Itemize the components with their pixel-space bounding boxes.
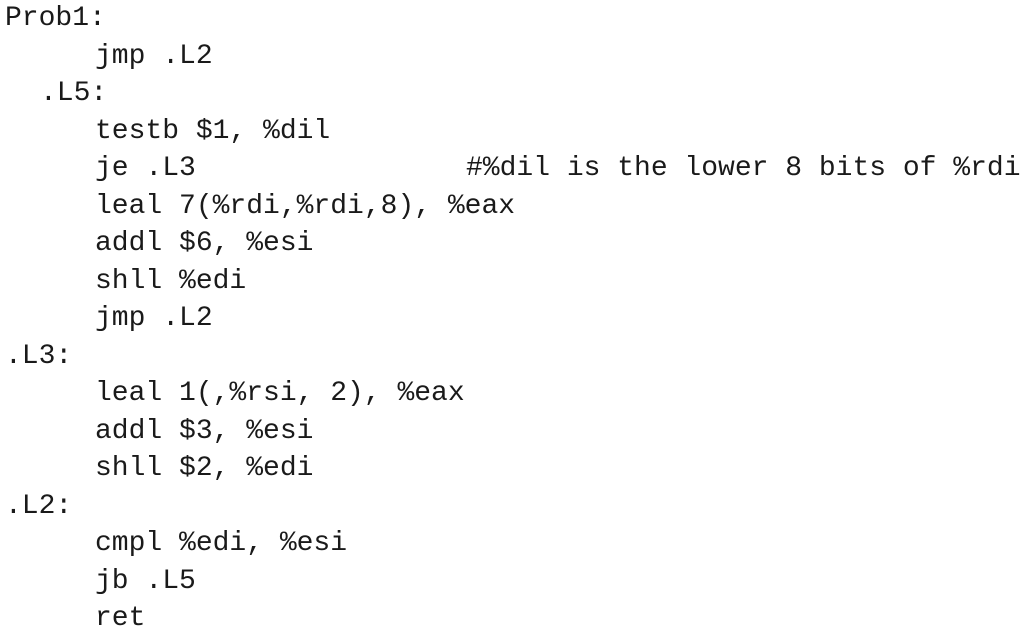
- code-line: jb .L5: [95, 566, 196, 597]
- label-l3: .L3:: [5, 341, 73, 372]
- code-line: addl $3, %esi: [95, 416, 314, 447]
- code-line: addl $6, %esi: [95, 228, 314, 259]
- code-comment: #%dil is the lower 8 bits of %rdi: [466, 153, 1021, 184]
- assembly-listing: Prob1: jmp .L2 .L5: testb $1, %dil #%dil…: [0, 0, 1024, 636]
- code-line: shll %edi: [95, 266, 247, 297]
- code-line: cmpl %edi, %esi: [95, 528, 348, 559]
- code-line: ret: [95, 603, 146, 634]
- comment-line: #%dil is the lower 8 bits of %rdi: [0, 113, 1024, 184]
- label-l5: .L5:: [40, 78, 108, 109]
- code-line: je .L3: [95, 153, 196, 184]
- label-prob1: Prob1:: [5, 3, 106, 34]
- code-line: shll $2, %edi: [95, 453, 314, 484]
- label-l2: .L2:: [5, 491, 73, 522]
- code-line: jmp .L2: [95, 41, 213, 72]
- code-line: leal 7(%rdi,%rdi,8), %eax: [95, 191, 516, 222]
- code-line: jmp .L2: [95, 303, 213, 334]
- code-line: leal 1(,%rsi, 2), %eax: [95, 378, 465, 409]
